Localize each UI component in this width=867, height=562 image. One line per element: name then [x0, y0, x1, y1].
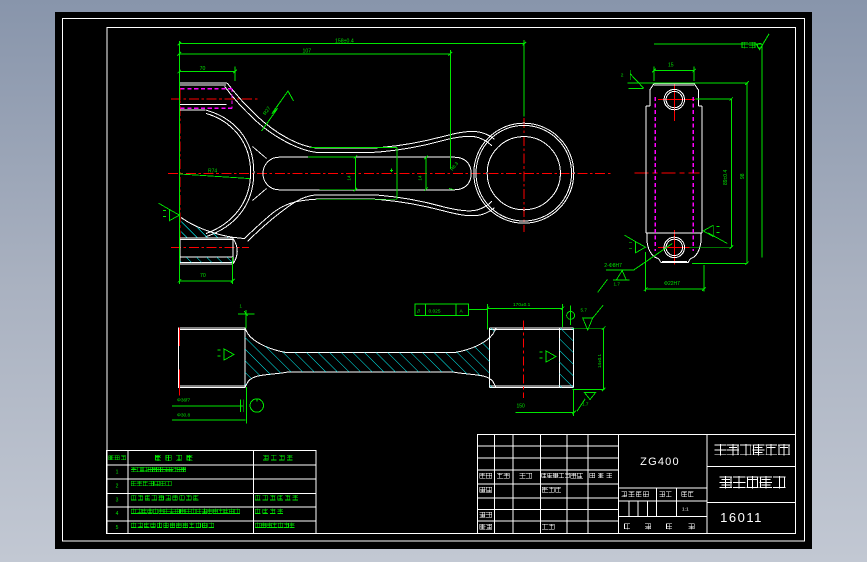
svg-text:Φ36f7: Φ36f7 [177, 398, 190, 404]
svg-text:3: 3 [116, 498, 119, 504]
svg-text:ZG400: ZG400 [640, 456, 680, 468]
svg-text:98: 98 [740, 173, 746, 179]
svg-text:70: 70 [200, 273, 206, 279]
svg-text:150: 150 [517, 404, 526, 410]
svg-text:Φ30.8: Φ30.8 [177, 413, 190, 419]
svg-text:2: 2 [621, 73, 624, 79]
svg-text:14: 14 [347, 175, 352, 181]
svg-text:14: 14 [418, 175, 423, 181]
svg-text:1.7: 1.7 [582, 402, 589, 407]
svg-text:1.7: 1.7 [614, 282, 621, 287]
svg-text:170±0.1: 170±0.1 [513, 302, 531, 308]
svg-text:4: 4 [116, 511, 119, 517]
svg-text:0.025: 0.025 [429, 309, 441, 315]
svg-text:158±0.4: 158±0.4 [335, 38, 354, 44]
svg-text:5: 5 [116, 525, 119, 531]
svg-text:2: 2 [116, 484, 119, 490]
svg-text:14±0.1: 14±0.1 [597, 354, 602, 368]
svg-text:15: 15 [668, 63, 674, 69]
svg-text:89±0.4: 89±0.4 [723, 170, 729, 185]
svg-text:1: 1 [116, 469, 119, 475]
svg-text:70: 70 [200, 66, 206, 72]
svg-text:16011: 16011 [720, 510, 763, 525]
svg-text:R74: R74 [208, 169, 217, 175]
svg-text:5.7: 5.7 [581, 308, 588, 313]
svg-text:1:1: 1:1 [682, 507, 689, 513]
svg-text:Φ22H7: Φ22H7 [664, 281, 680, 287]
svg-text:2-Φ8H7: 2-Φ8H7 [604, 263, 622, 269]
svg-text:107: 107 [303, 49, 312, 55]
